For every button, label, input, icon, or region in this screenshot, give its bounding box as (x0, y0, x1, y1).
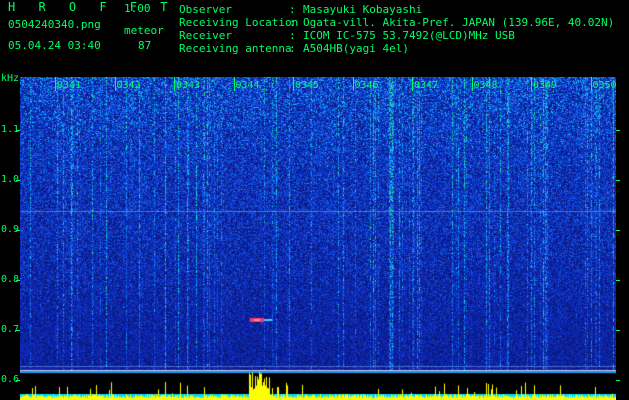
x-tick-mark (233, 77, 235, 91)
x-tick-label: 0346 (354, 80, 379, 91)
y-tick-mark-right (616, 130, 620, 131)
spectrogram[interactable] (20, 77, 616, 371)
x-tick-label: 0344 (235, 80, 260, 91)
signal-level-strip (20, 371, 616, 400)
y-tick-mark-right (616, 180, 620, 181)
x-tick-mark (412, 77, 413, 91)
info-value: ICOM IC-575 53.7492(@LCD)MHz USB (303, 29, 515, 42)
info-value: Ogata-vill. Akita-Pref. JAPAN (139.96E, … (303, 16, 615, 29)
x-tick-label: 0343 (176, 80, 201, 91)
info-row-location: Receiving Location: Ogata-vill. Akita-Pre… (179, 16, 615, 29)
y-tick-mark-right (616, 330, 620, 331)
y-axis-unit: kHz (1, 73, 20, 84)
x-tick-label: 0349 (533, 80, 558, 91)
y-tick-mark (16, 230, 20, 231)
x-tick-label: 0345 (295, 80, 320, 91)
y-tick-mark-right (616, 380, 620, 381)
x-tick-mark (471, 77, 473, 91)
info-row-antenna: Receiving antenna: A504HB(yagi 4el) (179, 42, 409, 55)
y-tick-mark (16, 180, 20, 181)
x-tick-mark (55, 77, 56, 91)
x-tick-mark (590, 77, 592, 91)
y-tick-mark-right (616, 280, 620, 281)
x-tick-label: 0348 (473, 80, 498, 91)
meteor-count: 87 (138, 39, 152, 52)
file-name: 0504240340.png (8, 18, 101, 31)
app-version: 1.00 (124, 2, 151, 15)
x-tick-mark (531, 77, 532, 91)
y-tick-mark-right (616, 230, 620, 231)
info-key: Receiving Location (179, 16, 299, 29)
info-key: Observer (179, 3, 232, 16)
x-tick-mark (293, 77, 294, 91)
info-row-receiver: Receiver: ICOM IC-575 53.7492(@LCD)MHz US… (179, 29, 515, 42)
x-tick-label: 0347 (414, 80, 439, 91)
info-key: Receiver (179, 29, 232, 42)
y-tick-mark (16, 130, 20, 131)
x-tick-mark (352, 77, 354, 91)
info-key: Receiving antenna (179, 42, 292, 55)
x-tick-label: 0341 (57, 80, 82, 91)
y-tick-mark (16, 330, 20, 331)
info-value: A504HB(yagi 4el) (303, 42, 409, 55)
x-tick-mark (114, 77, 116, 91)
y-tick-mark (16, 280, 20, 281)
x-tick-label: 0342 (116, 80, 141, 91)
meteor-label: meteor (124, 24, 164, 37)
x-tick-mark (174, 77, 175, 91)
file-datetime: 05.04.24 03:40 (8, 39, 101, 52)
info-value: Masayuki Kobayashi (303, 3, 423, 16)
info-row-observer: Observer: Masayuki Kobayashi (179, 3, 423, 16)
y-tick-mark (16, 380, 20, 381)
x-tick-label: 0350 (592, 80, 617, 91)
